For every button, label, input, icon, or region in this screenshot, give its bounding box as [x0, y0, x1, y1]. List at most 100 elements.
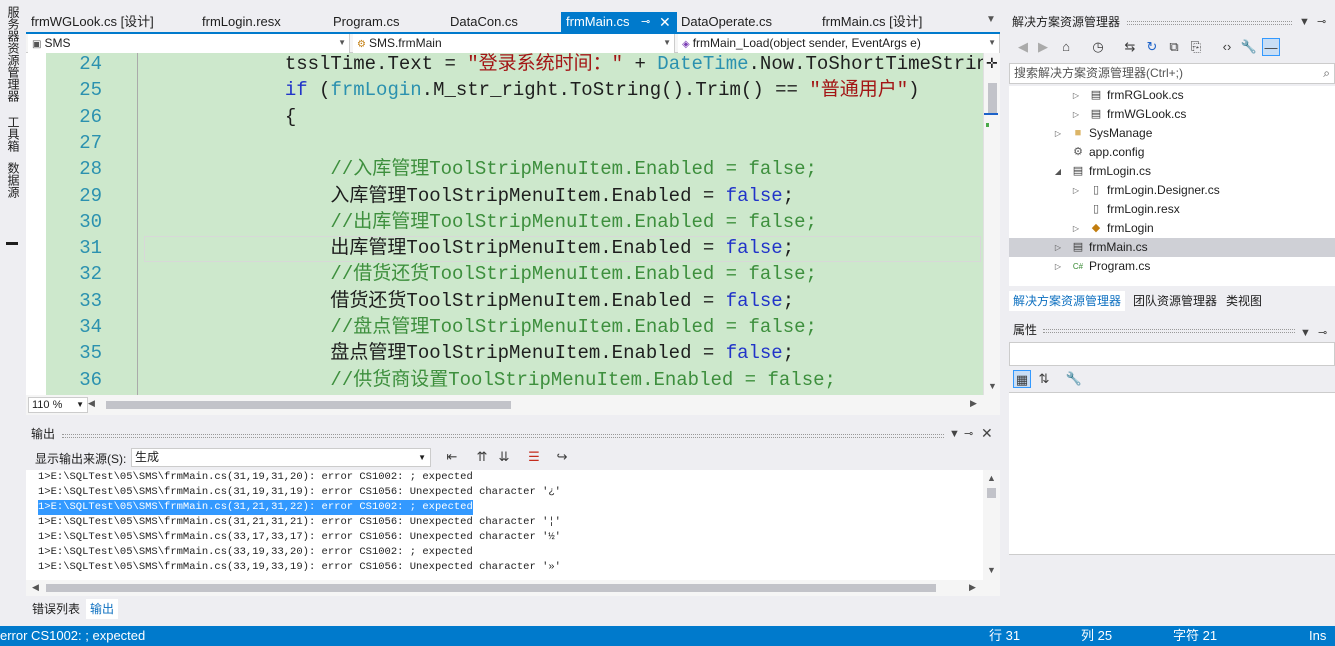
expand-arrow-icon[interactable]: ▷ — [1071, 105, 1081, 124]
output-line[interactable]: 1>E:\SQLTest\05\SMS\frmMain.cs(33,19,33,… — [38, 560, 561, 575]
alphabetical-icon[interactable]: ⇅ — [1035, 370, 1053, 388]
pin-icon[interactable]: ⊸ — [1318, 323, 1327, 343]
code-editor[interactable]: 24 tsslTime.Text = "登录系统时间：" + DateTime.… — [26, 53, 1000, 395]
history-icon[interactable]: ◷ — [1089, 38, 1107, 56]
expand-arrow-icon[interactable]: ▷ — [1053, 124, 1063, 143]
code-line[interactable]: 33 借货还货ToolStripMenuItem.Enabled = false… — [26, 288, 983, 314]
code-line[interactable]: 30 //出库管理ToolStripMenuItem.Enabled = fal… — [26, 209, 983, 235]
clear-all-icon[interactable]: ☰ — [526, 449, 542, 465]
tab-team-explorer[interactable]: 团队资源管理器 — [1129, 291, 1221, 311]
project-dropdown[interactable]: ▣ SMS ▼ — [28, 34, 350, 53]
tree-item[interactable]: ▷ ◆ frmLogin — [1009, 219, 1335, 238]
tab-class-view[interactable]: 类视图 — [1222, 291, 1266, 311]
split-icon[interactable]: ✛ — [986, 55, 998, 72]
scroll-right-icon[interactable]: ▶ — [970, 398, 977, 409]
drag-grip[interactable] — [1043, 329, 1295, 333]
code-line[interactable]: 26 { — [26, 104, 983, 130]
pin-icon[interactable]: ⊸ — [964, 425, 973, 443]
property-pages-icon[interactable]: 🔧 — [1065, 370, 1083, 388]
tab-frmmain-design[interactable]: frmMain.cs [设计] — [817, 12, 967, 32]
next-message-icon[interactable]: ⇊ — [496, 449, 512, 465]
forward-icon[interactable]: ▶ — [1034, 38, 1052, 56]
expand-arrow-icon[interactable]: ◢ — [1053, 162, 1063, 181]
code-line[interactable]: 32 //借货还货ToolStripMenuItem.Enabled = fal… — [26, 261, 983, 287]
back-icon[interactable]: ◀ — [1014, 38, 1032, 56]
solution-explorer-search[interactable]: 搜索解决方案资源管理器(Ctrl+;) ⌕ — [1009, 63, 1335, 84]
scroll-down-icon[interactable]: ▼ — [987, 565, 996, 575]
code-line[interactable]: 34 //盘点管理ToolStripMenuItem.Enabled = fal… — [26, 314, 983, 340]
code-line[interactable]: 29 入库管理ToolStripMenuItem.Enabled = false… — [26, 183, 983, 209]
expand-arrow-icon[interactable]: ▷ — [1071, 219, 1081, 238]
tab-error-list[interactable]: 错误列表 — [28, 599, 84, 619]
close-icon[interactable]: ✕ — [659, 12, 671, 32]
editor-horizontal-scrollbar[interactable] — [96, 399, 976, 411]
word-wrap-icon[interactable]: ↪ — [554, 449, 570, 465]
output-source-dropdown[interactable]: 生成 ▼ — [131, 448, 431, 467]
drag-grip[interactable] — [1127, 21, 1292, 25]
tree-item[interactable]: ▷ ▤ frmRGLook.cs — [1009, 86, 1335, 105]
class-dropdown[interactable]: ⚙ SMS.frmMain ▼ — [353, 34, 675, 53]
home-icon[interactable]: ⌂ — [1057, 38, 1075, 56]
expand-arrow-icon[interactable]: ▷ — [1071, 181, 1081, 200]
scroll-thumb[interactable] — [106, 401, 511, 409]
properties-icon[interactable]: 🔧 — [1240, 38, 1258, 56]
scroll-left-icon[interactable]: ◀ — [88, 398, 95, 409]
expand-arrow-icon[interactable]: ▷ — [1071, 86, 1081, 105]
tab-frmlogin-resx[interactable]: frmLogin.resx — [197, 12, 325, 32]
solution-tree[interactable]: ▷ ▤ frmRGLook.cs ▷ ▤ frmWGLook.cs ▷ ■ SysManage ⚙… — [1009, 86, 1335, 286]
scroll-down-icon[interactable]: ▼ — [988, 381, 997, 391]
code-line[interactable]: 24 tsslTime.Text = "登录系统时间：" + DateTime.… — [26, 53, 988, 77]
tab-datacon-cs[interactable]: DataCon.cs — [445, 12, 560, 32]
status-insert-mode[interactable]: Ins — [1309, 626, 1326, 646]
code-line[interactable]: 31 出库管理ToolStripMenuItem.Enabled = false… — [26, 235, 983, 261]
scroll-right-icon[interactable]: ▶ — [969, 582, 976, 593]
tab-frmmain-cs[interactable]: frmMain.cs ⊸ ✕ — [561, 12, 677, 32]
tree-item[interactable]: ⚙ app.config — [1009, 143, 1335, 162]
member-dropdown[interactable]: ◈ frmMain_Load(object sender, EventArgs e… — [678, 34, 1000, 53]
properties-grid[interactable] — [1009, 392, 1335, 554]
output-line[interactable]: 1>E:\SQLTest\05\SMS\frmMain.cs(31,21,31,… — [38, 500, 473, 515]
preview-icon[interactable]: — — [1262, 38, 1280, 56]
tab-frmwglook-design[interactable]: frmWGLook.cs [设计] — [26, 12, 196, 32]
output-line[interactable]: 1>E:\SQLTest\05\SMS\frmMain.cs(31,19,31,… — [38, 485, 561, 500]
expand-arrow-icon[interactable]: ▷ — [1053, 257, 1063, 276]
find-message-icon[interactable]: ⇤ — [444, 449, 460, 465]
tree-item[interactable]: ▷ C# Program.cs — [1009, 257, 1335, 276]
code-line[interactable]: 25 if (frmLogin.M_str_right.ToString().T… — [26, 77, 983, 103]
pin-icon[interactable]: ⊸ — [641, 12, 650, 32]
tree-item[interactable]: ◢ ▤ frmLogin.cs — [1009, 162, 1335, 181]
tree-item[interactable]: ▷ ▤ frmWGLook.cs — [1009, 105, 1335, 124]
output-horizontal-scrollbar[interactable]: ◀ ▶ — [26, 580, 1000, 596]
toolbox-tab[interactable]: 工具箱 — [4, 116, 22, 152]
scroll-thumb[interactable] — [987, 488, 996, 498]
scroll-up-icon[interactable]: ▲ — [987, 473, 996, 483]
server-explorer-tab[interactable]: 服务器资源管理器 — [4, 6, 22, 102]
dropdown-icon[interactable]: ▼ — [1300, 323, 1311, 343]
scroll-thumb[interactable] — [46, 584, 936, 592]
refresh-icon[interactable]: ↻ — [1143, 38, 1161, 56]
tab-program-cs[interactable]: Program.cs — [328, 12, 443, 32]
output-line[interactable]: 1>E:\SQLTest\05\SMS\frmMain.cs(31,21,31,… — [38, 515, 561, 530]
sync-icon[interactable]: ⇆ — [1121, 38, 1139, 56]
code-line[interactable]: 36 //供货商设置ToolStripMenuItem.Enabled = fa… — [26, 367, 983, 393]
tab-output[interactable]: 输出 — [86, 599, 119, 619]
tab-overflow-dropdown-icon[interactable]: ▼ — [984, 14, 998, 30]
data-sources-tab[interactable]: 数据源 — [4, 162, 22, 198]
output-line[interactable]: 1>E:\SQLTest\05\SMS\frmMain.cs(33,19,33,… — [38, 545, 473, 560]
expand-arrow-icon[interactable]: ▷ — [1053, 238, 1063, 257]
output-vertical-scrollbar[interactable]: ▲ ▼ — [983, 470, 1000, 580]
tree-item[interactable]: ▷ ■ SysManage — [1009, 124, 1335, 143]
properties-object-dropdown[interactable] — [1009, 342, 1335, 366]
pin-icon[interactable]: ⊸ — [1317, 12, 1326, 32]
zoom-dropdown[interactable]: 110 % ▼ — [28, 397, 88, 413]
drag-grip[interactable] — [62, 434, 944, 438]
previous-message-icon[interactable]: ⇈ — [474, 449, 490, 465]
tab-dataoperate-cs[interactable]: DataOperate.cs — [676, 12, 816, 32]
code-line[interactable]: 28 //入库管理ToolStripMenuItem.Enabled = fal… — [26, 156, 983, 182]
scroll-thumb[interactable] — [988, 83, 997, 113]
tree-item[interactable]: ▷ ▤ frmMain.cs — [1009, 238, 1335, 257]
tree-item[interactable]: ▯ frmLogin.resx — [1009, 200, 1335, 219]
output-text[interactable]: 1>E:\SQLTest\05\SMS\frmMain.cs(31,19,31,… — [26, 470, 1000, 580]
code-line[interactable]: 35 盘点管理ToolStripMenuItem.Enabled = false… — [26, 340, 983, 366]
code-line[interactable]: 27 — [26, 130, 983, 156]
